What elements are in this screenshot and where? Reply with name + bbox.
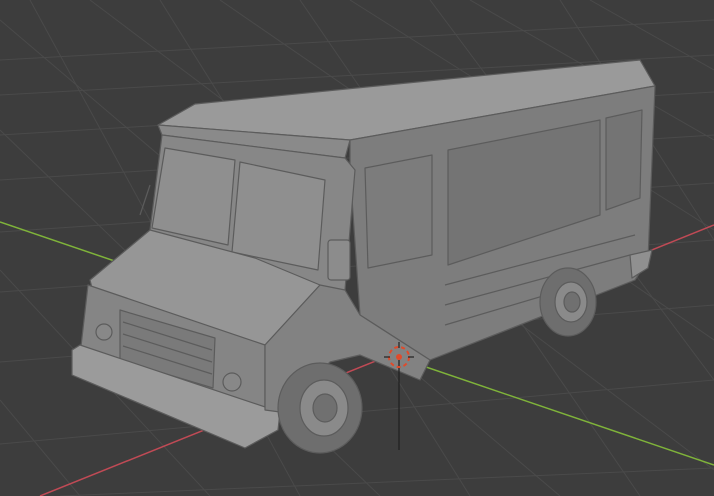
front-wheel <box>277 362 363 454</box>
viewport-canvas[interactable] <box>0 0 714 496</box>
side-mirror <box>327 239 351 281</box>
delivery-van[interactable] <box>71 59 656 454</box>
headlight-left <box>95 323 113 341</box>
cab-side-door <box>364 154 433 269</box>
headlight-right <box>222 372 242 392</box>
left-windshield <box>151 147 236 246</box>
box-window-rear <box>605 109 643 211</box>
3d-viewport[interactable] <box>0 0 714 496</box>
right-windshield <box>231 161 326 271</box>
rear-wheel <box>539 267 597 337</box>
